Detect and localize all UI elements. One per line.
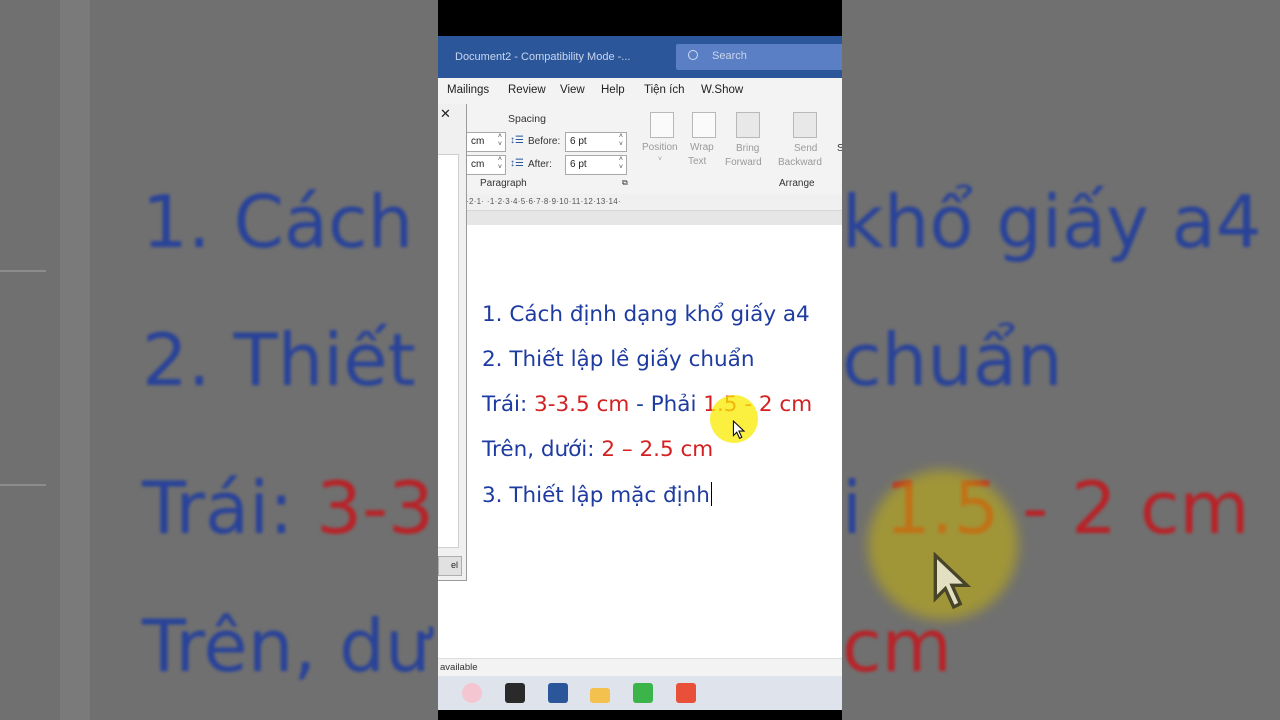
ribbon-cut-label: S [837, 143, 842, 154]
bg-line-2b: chuẩn [842, 318, 1063, 402]
position-dropdown-icon: ˅ [658, 156, 663, 163]
doc-line-2: 2. Thiết lập lề giấy chuẩn [482, 347, 755, 372]
paragraph-group-label: Paragraph [480, 178, 527, 189]
tab-tien-ich[interactable]: Tiện ích [644, 84, 684, 96]
spacing-before-input[interactable]: 6 pt ˄ ˅ [565, 132, 627, 152]
send-backward-line2[interactable]: Backward [778, 157, 822, 168]
taskbar [438, 676, 842, 710]
before-label: Before: [528, 136, 561, 147]
status-bar: available [438, 658, 842, 677]
search-placeholder: Search [712, 50, 747, 62]
tab-help[interactable]: Help [601, 84, 625, 96]
title-bar: Document2 - Compatibility Mode -... Sear… [438, 36, 842, 78]
spacing-label: Spacing [508, 113, 546, 125]
sticky-notes-icon[interactable] [505, 683, 525, 703]
doc-line-5: 3. Thiết lập mặc định [482, 482, 713, 508]
bg-line-3: Trái: 3-3, [142, 466, 457, 550]
position-button[interactable]: Position [642, 142, 678, 153]
dialog-close-icon[interactable]: ✕ [440, 106, 451, 122]
tab-wshow[interactable]: W.Show [701, 84, 743, 96]
position-icon [650, 112, 674, 138]
dialog-cancel-button[interactable]: el [438, 556, 462, 576]
spacing-before-icon: ↕☰ [510, 135, 524, 146]
bg-line-4: Trên, dư [142, 604, 431, 688]
camtasia-green-icon[interactable] [633, 683, 653, 703]
file-explorer-icon[interactable] [590, 688, 610, 703]
after-label: After: [528, 159, 552, 170]
bring-forward-icon [736, 112, 760, 138]
horizontal-ruler[interactable]: ·2·1· ·1·2·3·4·5·6·7·8·9·10·11·12·13·14· [438, 194, 842, 211]
send-backward-icon [793, 112, 817, 138]
bring-forward-line2[interactable]: Forward [725, 157, 762, 168]
paragraph-dialog: ✕ el [438, 104, 467, 581]
document-area: 1. Cách định dạng khổ giấy a4 2. Thiết l… [438, 211, 842, 658]
bg-line-1: 1. Cách [142, 180, 414, 264]
paragraph-launcher-icon[interactable]: ⧉ [622, 178, 628, 188]
search-box[interactable]: Search [676, 44, 842, 70]
send-backward-line1[interactable]: Send [794, 143, 817, 154]
window-title: Document2 - Compatibility Mode -... [455, 51, 631, 63]
wrap-text-icon [692, 112, 716, 138]
ribbon-tabs: Mailings Review View Help Tiện ích W.Sho… [438, 78, 842, 104]
bg-cursor-icon [933, 552, 972, 610]
ribbon: Spacing cm ˄ ˅ cm ˄ ˅ ↕☰ Before: 6 pt ˄ ˅ ↕☰ A… [438, 104, 842, 195]
indent-left-input[interactable]: cm ˄ ˅ [466, 132, 506, 152]
bg-line-1b: khổ giấy a4 [842, 180, 1262, 264]
snipping-tool-icon[interactable] [462, 683, 482, 703]
spacing-after-input[interactable]: 6 pt ˄ ˅ [565, 155, 627, 175]
tab-review[interactable]: Review [508, 84, 546, 96]
mouse-cursor-icon [732, 420, 746, 440]
status-text: available [440, 662, 478, 673]
text-caret [710, 482, 713, 506]
camtasia-red-icon[interactable] [676, 683, 696, 703]
search-icon [688, 50, 698, 60]
tab-mailings[interactable]: Mailings [447, 84, 489, 96]
arrange-group-label: Arrange [779, 178, 815, 189]
doc-line-1: 1. Cách định dạng khổ giấy a4 [482, 302, 810, 327]
wrap-text-line1[interactable]: Wrap [690, 142, 714, 153]
doc-line-4: Trên, dưới: 2 – 2.5 cm [482, 437, 714, 462]
indent-right-input[interactable]: cm ˄ ˅ [466, 155, 506, 175]
tab-view[interactable]: View [560, 84, 585, 96]
video-frame: Document2 - Compatibility Mode -... Sear… [438, 0, 842, 720]
bring-forward-line1[interactable]: Bring [736, 143, 759, 154]
spacing-after-icon: ↕☰ [510, 158, 524, 169]
dialog-panel [438, 154, 459, 548]
document-page[interactable]: 1. Cách định dạng khổ giấy a4 2. Thiết l… [438, 225, 842, 658]
wrap-text-line2[interactable]: Text [688, 156, 706, 167]
word-icon[interactable] [548, 683, 568, 703]
bg-line-2: 2. Thiết [142, 318, 416, 402]
doc-line-3: Trái: 3-3.5 cm - Phải 1.5 - 2 cm [482, 392, 813, 417]
